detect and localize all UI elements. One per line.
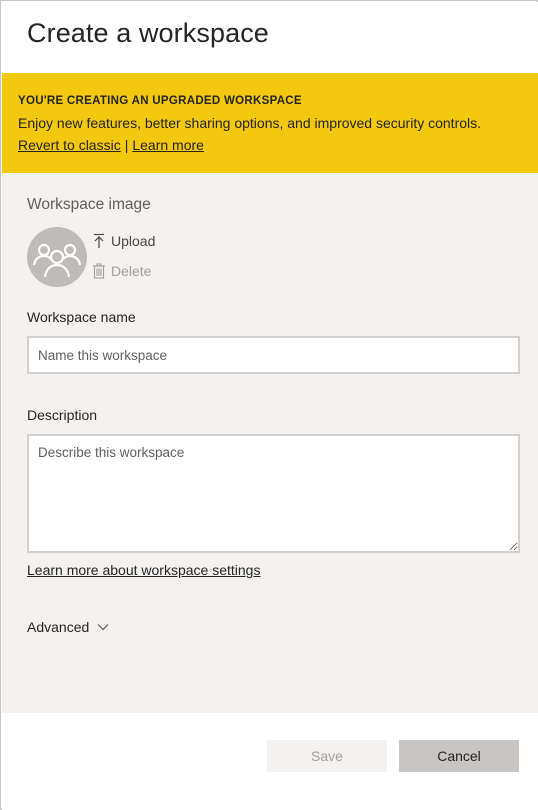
dialog-body: Workspace image Upload Delete Workspace …: [2, 173, 538, 713]
description-label: Description: [27, 407, 98, 423]
advanced-label: Advanced: [27, 619, 90, 635]
chevron-down-icon: [97, 624, 109, 631]
create-workspace-dialog: Create a workspace YOU'RE CREATING AN UP…: [0, 0, 538, 810]
workspace-name-label: Workspace name: [27, 309, 136, 325]
save-button[interactable]: Save: [267, 740, 387, 772]
dialog-footer: Save Cancel: [2, 713, 538, 810]
upload-button[interactable]: Upload: [92, 233, 155, 249]
delete-button[interactable]: Delete: [92, 263, 151, 279]
workspace-settings-link[interactable]: Learn more about workspace settings: [27, 562, 260, 578]
upload-label: Upload: [111, 233, 156, 249]
learn-more-link[interactable]: Learn more: [132, 137, 204, 153]
delete-label: Delete: [111, 263, 152, 279]
banner-links: Revert to classic | Learn more: [18, 137, 204, 153]
workspace-name-input[interactable]: [27, 336, 520, 374]
dialog-header: Create a workspace: [2, 2, 538, 73]
upload-arrow-icon: [94, 233, 104, 248]
workspace-image-label: Workspace image: [27, 196, 151, 213]
banner-link-separator: |: [124, 137, 129, 153]
upgrade-banner: YOU'RE CREATING AN UPGRADED WORKSPACE En…: [2, 73, 538, 173]
banner-text: Enjoy new features, better sharing optio…: [18, 115, 482, 131]
banner-heading: YOU'RE CREATING AN UPGRADED WORKSPACE: [18, 95, 302, 107]
advanced-toggle[interactable]: Advanced: [27, 619, 109, 635]
revert-to-classic-link[interactable]: Revert to classic: [18, 137, 121, 153]
trash-icon: [93, 263, 105, 279]
description-input[interactable]: [27, 434, 520, 553]
cancel-button[interactable]: Cancel: [399, 740, 519, 772]
workspace-avatar: [27, 227, 87, 287]
people-group-icon: [32, 243, 82, 278]
dialog-title: Create a workspace: [27, 18, 269, 48]
